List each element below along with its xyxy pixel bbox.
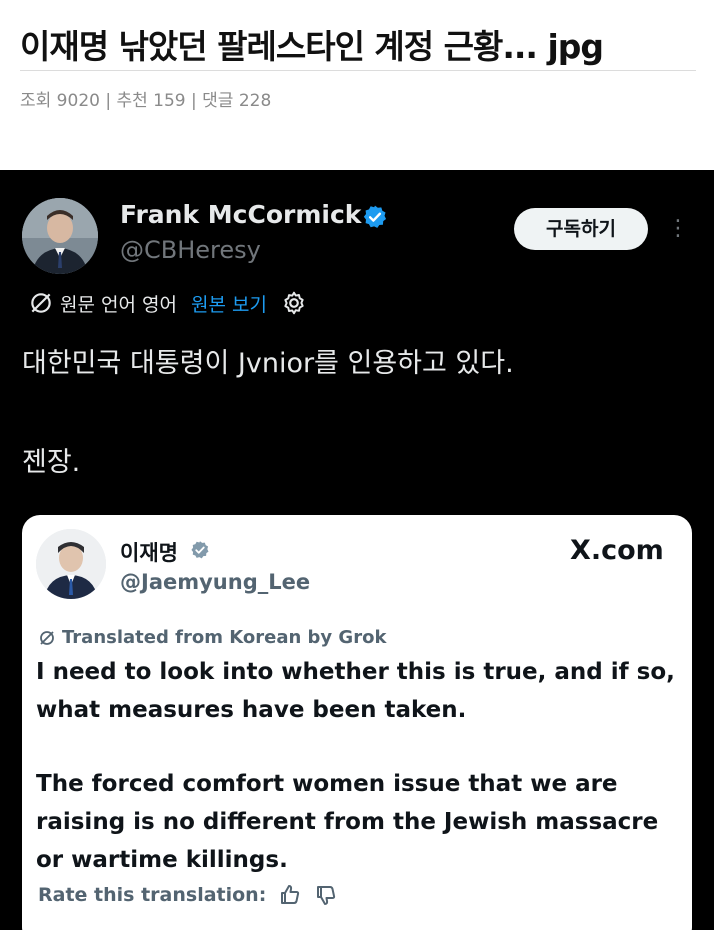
- tweet-screenshot: Frank McCormick @CBHeresy 구독하기 ⋮ 원문 언어 영…: [0, 170, 714, 930]
- quote-line: what measures have been taken.: [36, 697, 467, 723]
- divider: [20, 70, 696, 71]
- post-title: 이재명 낚았던 팔레스타인 계정 근황... jpg: [20, 27, 604, 66]
- show-original-link[interactable]: 원본 보기: [191, 290, 267, 317]
- translate-language: 원문 언어 영어: [60, 293, 177, 316]
- display-name[interactable]: Frank McCormick: [120, 200, 361, 229]
- more-dots-icon[interactable]: ⋮: [666, 214, 690, 244]
- verified-badge-icon: [191, 541, 209, 559]
- rate-translation-label: Rate this translation:: [38, 884, 267, 906]
- post-header: 이재명 낚았던 팔레스타인 계정 근황... jpg 조회 9020 | 추천 …: [0, 0, 714, 170]
- post-meta: 조회 9020 | 추천 159 | 댓글 228: [20, 91, 272, 111]
- rate-translation: Rate this translation:: [38, 883, 338, 907]
- quoted-tweet[interactable]: 이재명 @Jaemyung_Lee X.com Translated from …: [22, 515, 692, 930]
- quote-handle[interactable]: @Jaemyung_Lee: [120, 570, 310, 594]
- quote-line: raising is no different from the Jewish …: [36, 809, 659, 835]
- translated-by-label: Translated from Korean by Grok: [38, 627, 386, 648]
- handle[interactable]: @CBHeresy: [120, 236, 261, 264]
- translated-by-text: Translated from Korean by Grok: [62, 627, 387, 648]
- quote-line: I need to look into whether this is true…: [36, 659, 675, 685]
- translate-row: 원문 언어 영어 원본 보기: [28, 288, 307, 318]
- tweet-text-line2: 젠장.: [22, 447, 81, 478]
- quote-body: I need to look into whether this is true…: [36, 653, 686, 879]
- quote-line: The forced comfort women issue that we a…: [36, 771, 618, 797]
- verified-badge-icon: [363, 205, 387, 228]
- translate-icon: [31, 293, 51, 313]
- thumbs-down-icon[interactable]: [314, 883, 338, 907]
- gear-icon[interactable]: [281, 290, 307, 316]
- quote-domain: X.com: [570, 535, 664, 566]
- quote-line: or wartime killings.: [36, 847, 288, 873]
- translate-icon: [40, 630, 54, 645]
- quote-avatar[interactable]: [36, 529, 106, 599]
- subscribe-button[interactable]: 구독하기: [514, 208, 648, 250]
- thumbs-up-icon[interactable]: [278, 883, 302, 907]
- quote-display-name[interactable]: 이재명: [120, 537, 178, 567]
- tweet-text: 대한민국 대통령이 Jvnior를 인용하고 있다.: [22, 348, 514, 379]
- avatar[interactable]: [22, 198, 98, 274]
